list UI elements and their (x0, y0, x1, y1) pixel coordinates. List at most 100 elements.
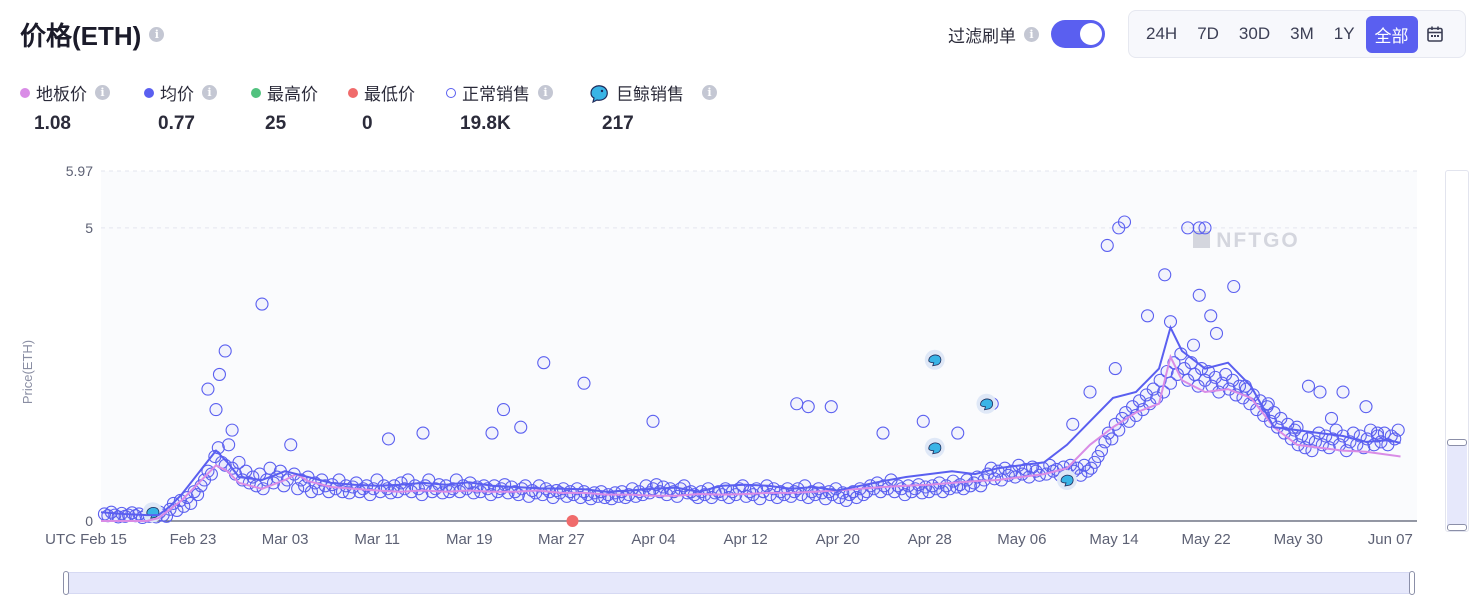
range-start-handle[interactable] (63, 571, 69, 595)
page-title-text: 价格(ETH) (20, 21, 142, 51)
price-range-fill (1447, 443, 1467, 527)
legend-value: 0.77 (158, 113, 195, 134)
price-range-slider[interactable] (1445, 170, 1469, 532)
sale-point (1158, 268, 1172, 282)
x-tick-label: May 22 (1181, 531, 1230, 548)
max-dot-icon (251, 87, 261, 98)
min-dot-icon (348, 87, 358, 98)
legend-whale-sales[interactable]: 巨鲸销售 i 217 (588, 80, 717, 135)
sale-point (1108, 362, 1122, 376)
sale-point (218, 344, 232, 358)
range-24h[interactable]: 24H (1137, 18, 1186, 50)
range-3m[interactable]: 3M (1281, 18, 1323, 50)
range-1y[interactable]: 1Y (1325, 18, 1364, 50)
lowest-sale-point (566, 515, 579, 527)
x-tick-label: Feb 23 (170, 531, 217, 548)
sale-point (1301, 379, 1316, 393)
legend-value: 217 (602, 113, 634, 134)
sale-point (284, 438, 298, 452)
whale-sale-point (976, 393, 997, 414)
info-icon[interactable]: i (1024, 26, 1039, 42)
x-tick-label: Jun 07 (1368, 531, 1413, 548)
legend-value: 0 (362, 113, 373, 134)
chart-grid (101, 170, 1417, 522)
legend-value: 19.8K (460, 113, 511, 134)
sale-point (1186, 338, 1201, 352)
x-tick-label: Mar 27 (538, 531, 585, 548)
x-tick-label: UTC Feb 15 (45, 531, 127, 548)
x-tick-label: Mar 03 (262, 531, 309, 548)
x-tick-label: Mar 11 (354, 531, 400, 548)
sale-point (381, 432, 396, 446)
filter-label: 过滤刷单 (948, 26, 1016, 46)
x-tick-label: Apr 12 (723, 531, 767, 548)
sale-point (1181, 221, 1195, 235)
legend-min-price[interactable]: 最低价 0 (348, 80, 415, 135)
x-tick-label: May 30 (1274, 531, 1323, 548)
sale-point (1117, 215, 1132, 229)
range-30d[interactable]: 30D (1230, 18, 1279, 50)
y-tick-label: 5 (85, 220, 93, 236)
whale-sale-point (924, 437, 945, 458)
sale-point (225, 423, 239, 437)
sale-point (1238, 379, 1252, 393)
legend-value: 25 (265, 113, 287, 134)
time-range-selector: 24H 7D 30D 3M 1Y 全部 (1128, 10, 1466, 58)
calendar-icon[interactable] (1426, 25, 1444, 43)
price-range-bottom-handle[interactable] (1447, 524, 1467, 531)
price-range-top-handle[interactable] (1447, 439, 1467, 446)
sale-point (1324, 411, 1339, 425)
x-tick-label: May 06 (997, 531, 1046, 548)
legend-label: 巨鲸销售 (616, 85, 684, 104)
sale-point (1209, 326, 1224, 340)
price-chart[interactable]: NFTGO 055.97 Price(ETH) UTC Feb 15 Feb 23… (0, 150, 1484, 560)
sale-point (209, 403, 223, 417)
page-title: 价格(ETH) i (20, 16, 165, 53)
sale-point (577, 376, 591, 390)
legend-normal-sales[interactable]: 正常销售 i 19.8K (446, 80, 553, 135)
range-all[interactable]: 全部 (1365, 15, 1418, 53)
info-icon[interactable]: i (149, 27, 165, 42)
x-tick-label: Mar 19 (446, 531, 493, 548)
legend-floor-price[interactable]: 地板价 i 1.08 (20, 80, 110, 135)
legend-avg-price[interactable]: 均价 i 0.77 (144, 80, 217, 135)
sale-point (496, 403, 511, 417)
filter-toggle[interactable] (1051, 20, 1105, 48)
y-axis: 055.97 (66, 163, 93, 529)
sale-point (801, 400, 815, 414)
floor-dot-icon (20, 87, 30, 98)
y-tick-label: 0 (85, 513, 93, 529)
info-icon[interactable]: i (538, 85, 553, 100)
info-icon[interactable]: i (202, 85, 217, 100)
sale-point (1100, 238, 1114, 253)
legend-label: 最高价 (267, 85, 318, 104)
sale-point (485, 426, 499, 440)
legend-label: 地板价 (36, 85, 87, 104)
info-icon[interactable]: i (95, 85, 110, 100)
legend-value: 1.08 (34, 113, 71, 134)
x-tick-label: May 14 (1089, 531, 1138, 548)
sale-point (1066, 417, 1080, 431)
sale-point (201, 382, 215, 396)
range-end-handle[interactable] (1409, 571, 1415, 595)
sale-point (646, 414, 660, 428)
ring-dot-icon (446, 87, 456, 98)
info-icon[interactable]: i (702, 85, 717, 100)
x-axis: UTC Feb 15 Feb 23 Mar 03 Mar 11 Mar 19 Mar 27… (45, 531, 1413, 548)
x-tick-label: Apr 20 (816, 531, 860, 548)
legend-label: 最低价 (364, 85, 415, 104)
x-tick-label: Apr 04 (631, 531, 675, 548)
sale-point (514, 420, 528, 434)
x-tick-label: Apr 28 (908, 531, 952, 548)
sale-point (1391, 423, 1405, 437)
sale-point (790, 397, 804, 411)
sale-point (255, 297, 269, 311)
whale-icon (590, 84, 608, 103)
range-7d[interactable]: 7D (1188, 18, 1228, 50)
y-axis-label: Price(ETH) (20, 340, 35, 404)
legend-max-price[interactable]: 最高价 25 (251, 80, 318, 135)
sale-point (1370, 426, 1385, 440)
whale-sale-point (924, 349, 945, 370)
y-tick-label: 5.97 (66, 163, 93, 179)
time-range-slider[interactable] (63, 571, 1415, 595)
